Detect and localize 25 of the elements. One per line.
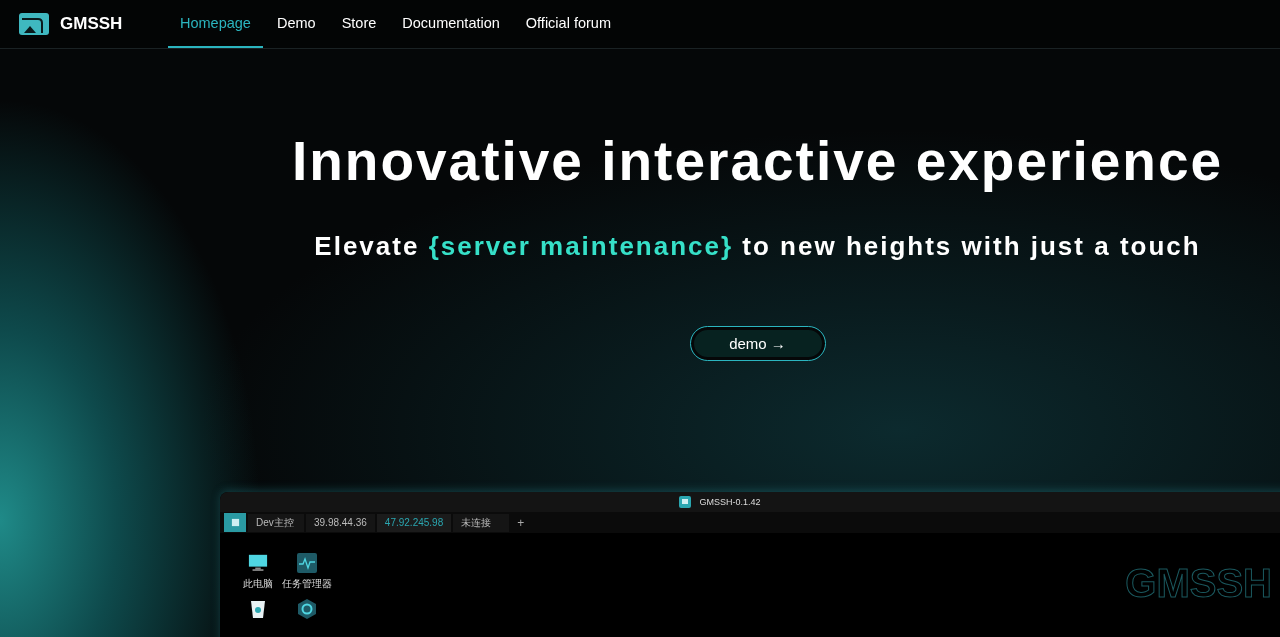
home-tab-icon[interactable]	[224, 513, 246, 532]
nav-link[interactable]: Store	[329, 0, 389, 48]
wordmark: GMSSH	[1125, 561, 1272, 607]
recycle-bin-icon[interactable]	[248, 599, 268, 619]
nav-link[interactable]: Official forum	[513, 0, 623, 48]
window-title: GMSSH-0.1.42	[699, 497, 761, 507]
nav-link[interactable]: Documentation	[390, 0, 512, 48]
nav-link[interactable]: Homepage	[168, 0, 263, 48]
session-tab[interactable]: 未连接	[453, 513, 510, 532]
hero-subtitle: Elevate {server maintenance} to new heights with just a touch	[314, 231, 1201, 262]
add-tab-button[interactable]: +	[511, 515, 531, 530]
logo-icon	[18, 11, 52, 37]
hexagon-app-icon[interactable]	[297, 599, 317, 619]
nav-link[interactable]: Demo	[264, 0, 328, 48]
session-tab[interactable]: 39.98.44.36	[306, 513, 375, 532]
monitor-icon[interactable]	[248, 553, 268, 573]
desktop-icon-label: 任务管理器	[282, 577, 332, 591]
hero-title: Innovative interactive experience	[291, 129, 1224, 193]
session-tab[interactable]: 47.92.245.98	[376, 513, 452, 532]
demo-button[interactable]: demo →	[689, 326, 826, 361]
app-icon	[679, 496, 692, 508]
session-tab[interactable]: Dev主控	[248, 513, 304, 532]
desktop-icon-label: 此电脑	[243, 577, 273, 591]
brand-name: GMSSH	[60, 14, 123, 34]
activity-monitor-icon[interactable]	[297, 553, 317, 573]
